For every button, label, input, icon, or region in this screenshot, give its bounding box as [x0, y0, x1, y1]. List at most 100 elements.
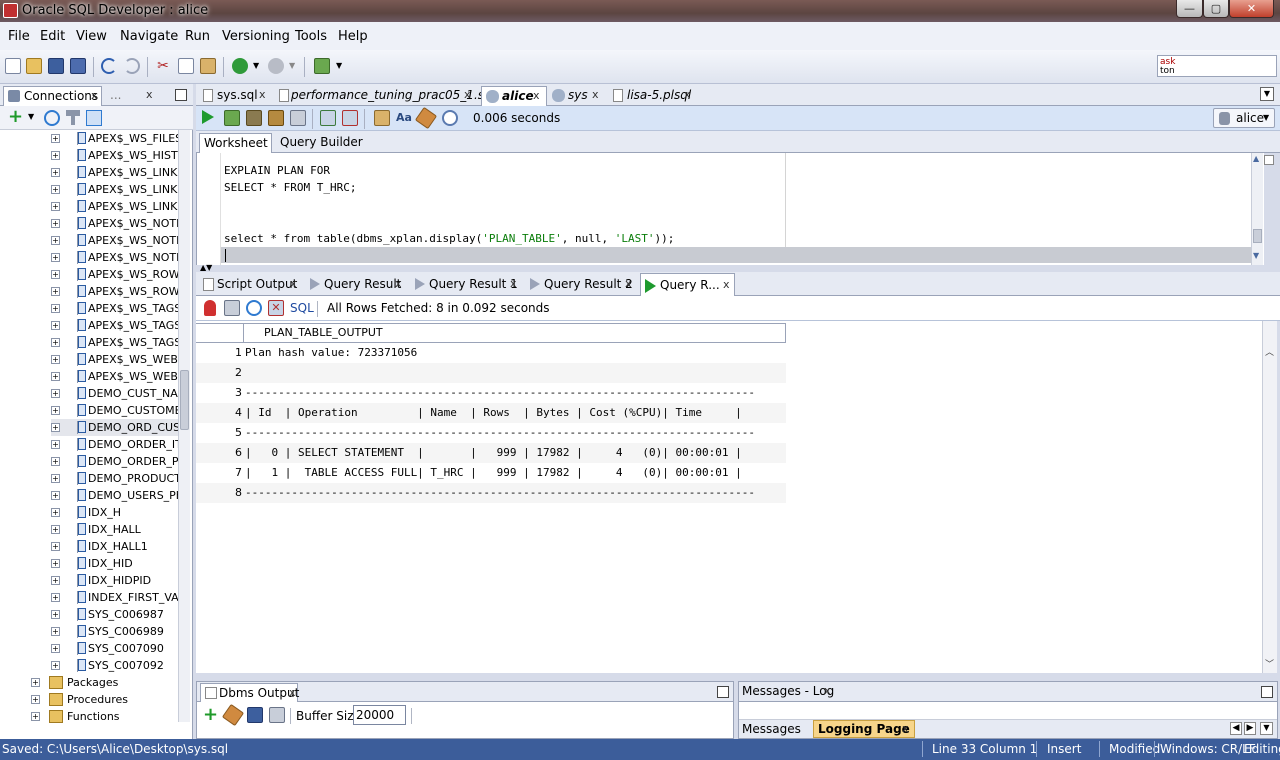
scroll-up-icon[interactable]: ︿: [1265, 345, 1274, 358]
expand-icon[interactable]: +: [51, 406, 60, 415]
expand-icon[interactable]: +: [51, 355, 60, 364]
tree-item-index[interactable]: + APEX$_WS_FILES_: [51, 130, 178, 147]
menu-file[interactable]: File: [8, 29, 30, 44]
scroll-down-icon[interactable]: ▼: [1253, 251, 1259, 260]
schema-browser-icon[interactable]: [86, 110, 102, 126]
tree-item-index[interactable]: + IDX_H: [51, 504, 178, 521]
tree-item-index[interactable]: + APEX$_WS_HISTO: [51, 147, 178, 164]
tab-list-dropdown-icon[interactable]: ▼: [1260, 87, 1274, 101]
expand-icon[interactable]: +: [51, 440, 60, 449]
close-tab-icon[interactable]: x: [464, 86, 471, 104]
tab-query-result-2[interactable]: Query Result 2 x: [526, 275, 637, 295]
tree-item-index[interactable]: + APEX$_WS_LINKS_: [51, 198, 178, 215]
minimize-panel-icon[interactable]: [175, 89, 187, 101]
tree-item-index[interactable]: + DEMO_ORDER_ITE: [51, 436, 178, 453]
tab-reports[interactable]: ... x: [106, 86, 162, 106]
minimize-panel-icon[interactable]: [1261, 686, 1273, 698]
maximize-button[interactable]: ▢: [1203, 0, 1229, 18]
open-icon[interactable]: [26, 58, 42, 74]
close-tab-icon[interactable]: x: [91, 87, 98, 105]
save-icon[interactable]: [247, 707, 263, 723]
tree-item-index[interactable]: + SYS_C007090: [51, 640, 178, 657]
expand-icon[interactable]: +: [51, 338, 60, 347]
expand-icon[interactable]: +: [51, 134, 60, 143]
expand-icon[interactable]: +: [51, 389, 60, 398]
minimize-button[interactable]: —: [1176, 0, 1203, 18]
menu-versioning[interactable]: Versioning: [222, 29, 290, 44]
unshared-sql-icon[interactable]: [374, 110, 390, 126]
tree-item-index[interactable]: + DEMO_ORDER_PK: [51, 453, 178, 470]
scroll-right-icon[interactable]: ▶: [1244, 722, 1256, 735]
expand-icon[interactable]: +: [51, 610, 60, 619]
save-icon[interactable]: [48, 58, 64, 74]
sql-tuning-icon[interactable]: [290, 110, 306, 126]
redo-icon[interactable]: [124, 58, 140, 74]
tab-query-result-3[interactable]: Query R... x: [640, 273, 735, 296]
expand-icon[interactable]: +: [51, 321, 60, 330]
plan-output-cell[interactable]: | Id | Operation | Name | Rows | Bytes |…: [245, 403, 742, 423]
menu-help[interactable]: Help: [338, 29, 368, 44]
add-dropdown-icon[interactable]: ▼: [28, 112, 34, 121]
tree-item-index[interactable]: + APEX$_WS_NOTES: [51, 232, 178, 249]
tree-item-index[interactable]: + APEX$_WS_TAGS_: [51, 334, 178, 351]
close-tab-icon[interactable]: x: [289, 684, 296, 702]
clear-icon[interactable]: [414, 106, 438, 130]
tree-item-index[interactable]: + INDEX_FIRST_VAL: [51, 589, 178, 606]
tab-lisa-5[interactable]: lisa-5.plsql x: [609, 86, 699, 106]
expand-icon[interactable]: +: [51, 491, 60, 500]
splitter-arrows-icon[interactable]: ▲▼: [200, 264, 212, 272]
expand-icon[interactable]: +: [51, 457, 60, 466]
tree-folder[interactable]: + Packages: [31, 674, 178, 691]
expand-icon[interactable]: +: [51, 593, 60, 602]
close-tab-icon[interactable]: x: [723, 276, 730, 294]
rollback-icon[interactable]: [342, 110, 358, 126]
expand-icon[interactable]: +: [51, 270, 60, 279]
tree-item-index[interactable]: + APEX$_WS_WEBPG: [51, 351, 178, 368]
history-icon[interactable]: [442, 110, 458, 126]
expand-icon[interactable]: +: [51, 185, 60, 194]
tree-item-index[interactable]: + APEX$_WS_TAGS_: [51, 300, 178, 317]
tab-worksheet[interactable]: Worksheet: [199, 133, 272, 153]
expand-icon[interactable]: +: [31, 695, 40, 704]
expand-icon[interactable]: +: [51, 559, 60, 568]
cut-icon[interactable]: ✂: [155, 58, 171, 74]
undo-icon[interactable]: [101, 58, 117, 74]
menu-edit[interactable]: Edit: [40, 29, 65, 44]
close-tab-icon[interactable]: x: [684, 86, 691, 104]
close-tab-icon[interactable]: x: [902, 722, 909, 735]
format-icon[interactable]: Aa: [396, 110, 412, 126]
expand-icon[interactable]: +: [51, 644, 60, 653]
tree-item-index[interactable]: + IDX_HIDPID: [51, 572, 178, 589]
expand-icon[interactable]: +: [31, 678, 40, 687]
tab-alice[interactable]: alice x: [481, 86, 547, 106]
expand-icon[interactable]: +: [51, 525, 60, 534]
tree-item-index[interactable]: + IDX_HID: [51, 555, 178, 572]
plan-output-cell[interactable]: ----------------------------------------…: [245, 423, 755, 443]
sql-editor[interactable]: EXPLAIN PLAN FOR SELECT * FROM T_HRC; se…: [196, 153, 1264, 265]
expand-icon[interactable]: +: [51, 202, 60, 211]
tree-item-index[interactable]: + DEMO_USERS_PK: [51, 487, 178, 504]
plan-output-cell[interactable]: ----------------------------------------…: [245, 483, 755, 503]
clear-icon[interactable]: [221, 703, 245, 727]
tree-item-index[interactable]: + IDX_HALL: [51, 521, 178, 538]
expand-icon[interactable]: +: [51, 236, 60, 245]
tab-script-output[interactable]: Script Output x: [199, 275, 302, 295]
save-all-icon[interactable]: [70, 58, 86, 74]
close-tab-icon[interactable]: x: [625, 275, 632, 293]
expand-icon[interactable]: +: [51, 151, 60, 160]
table-row[interactable]: 4 | Id | Operation | Name | Rows | Bytes …: [196, 403, 786, 423]
close-tab-icon[interactable]: x: [533, 87, 540, 105]
forward-dropdown-icon[interactable]: ▼: [289, 58, 297, 74]
expand-icon[interactable]: +: [51, 474, 60, 483]
sql-dropdown-icon[interactable]: ▼: [336, 58, 344, 74]
search-box[interactable]: ask ton: [1157, 55, 1277, 77]
expand-icon[interactable]: +: [51, 508, 60, 517]
new-icon[interactable]: [5, 58, 21, 74]
forward-icon[interactable]: [268, 58, 284, 74]
scroll-up-icon[interactable]: ▲: [1253, 154, 1259, 163]
expand-icon[interactable]: +: [51, 219, 60, 228]
expand-icon[interactable]: +: [51, 627, 60, 636]
table-row[interactable]: 8 ---------------------------------------…: [196, 483, 786, 503]
table-row[interactable]: 5 ---------------------------------------…: [196, 423, 786, 443]
menu-navigate[interactable]: Navigate: [120, 29, 178, 44]
